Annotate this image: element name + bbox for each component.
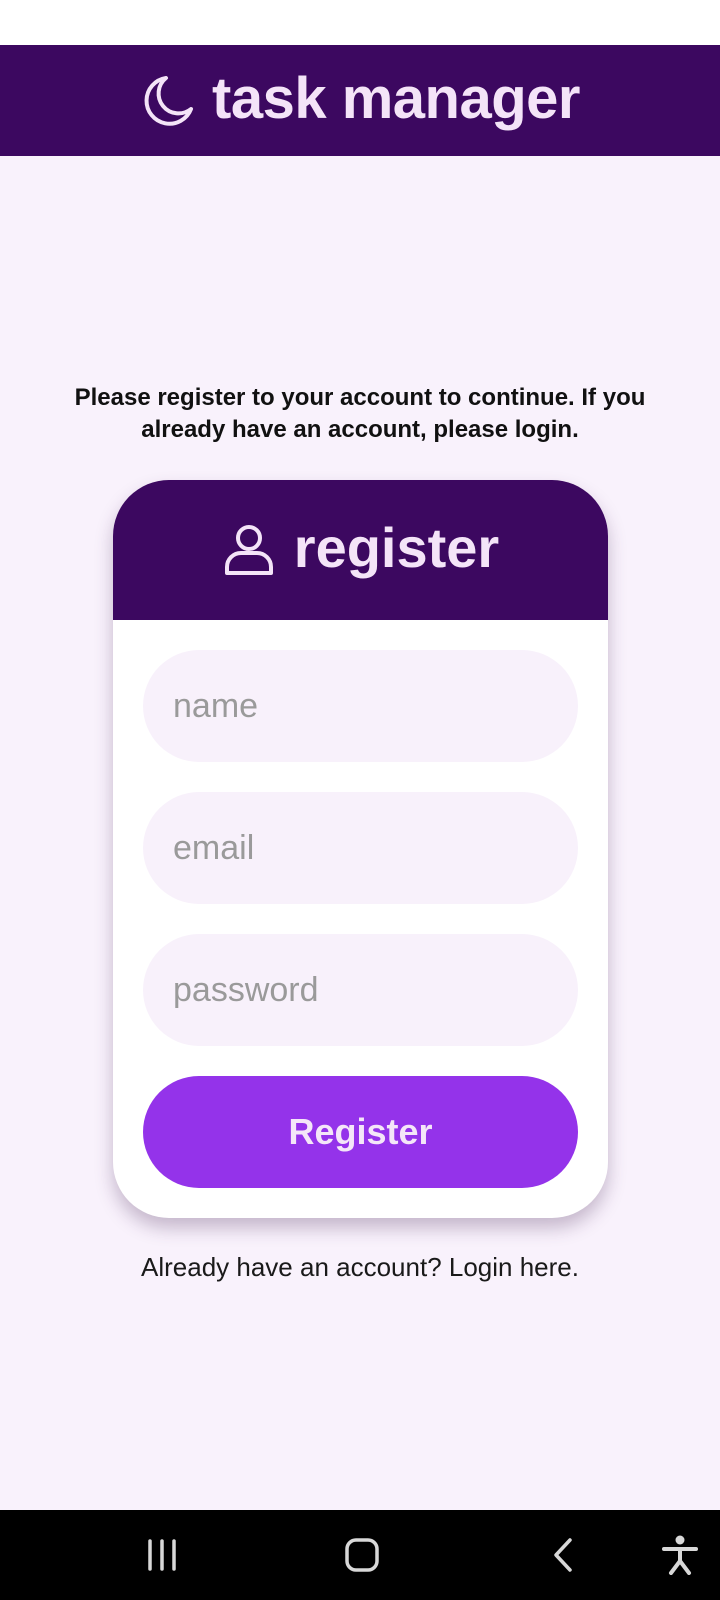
back-icon <box>546 1537 582 1573</box>
password-input[interactable] <box>143 934 578 1046</box>
register-button[interactable]: Register <box>143 1076 578 1188</box>
person-icon <box>222 523 276 577</box>
home-icon <box>342 1535 382 1575</box>
home-button[interactable] <box>322 1510 402 1600</box>
app-header: task manager <box>0 45 720 156</box>
app-title: task manager <box>212 65 580 131</box>
back-button[interactable] <box>524 1510 604 1600</box>
status-bar <box>0 0 720 45</box>
system-navigation-bar <box>0 1510 720 1600</box>
recent-apps-button[interactable] <box>122 1510 202 1600</box>
accessibility-button[interactable] <box>640 1510 720 1600</box>
register-card-header: register <box>113 480 608 620</box>
moon-icon <box>140 73 196 129</box>
login-link[interactable]: Already have an account? Login here. <box>0 1252 720 1283</box>
name-input[interactable] <box>143 650 578 762</box>
register-card: register Register <box>113 480 608 1218</box>
register-card-title: register <box>293 516 500 579</box>
accessibility-icon <box>661 1535 699 1575</box>
recent-apps-icon <box>144 1537 180 1573</box>
email-input[interactable] <box>143 792 578 904</box>
intro-text: Please register to your account to conti… <box>74 384 646 443</box>
